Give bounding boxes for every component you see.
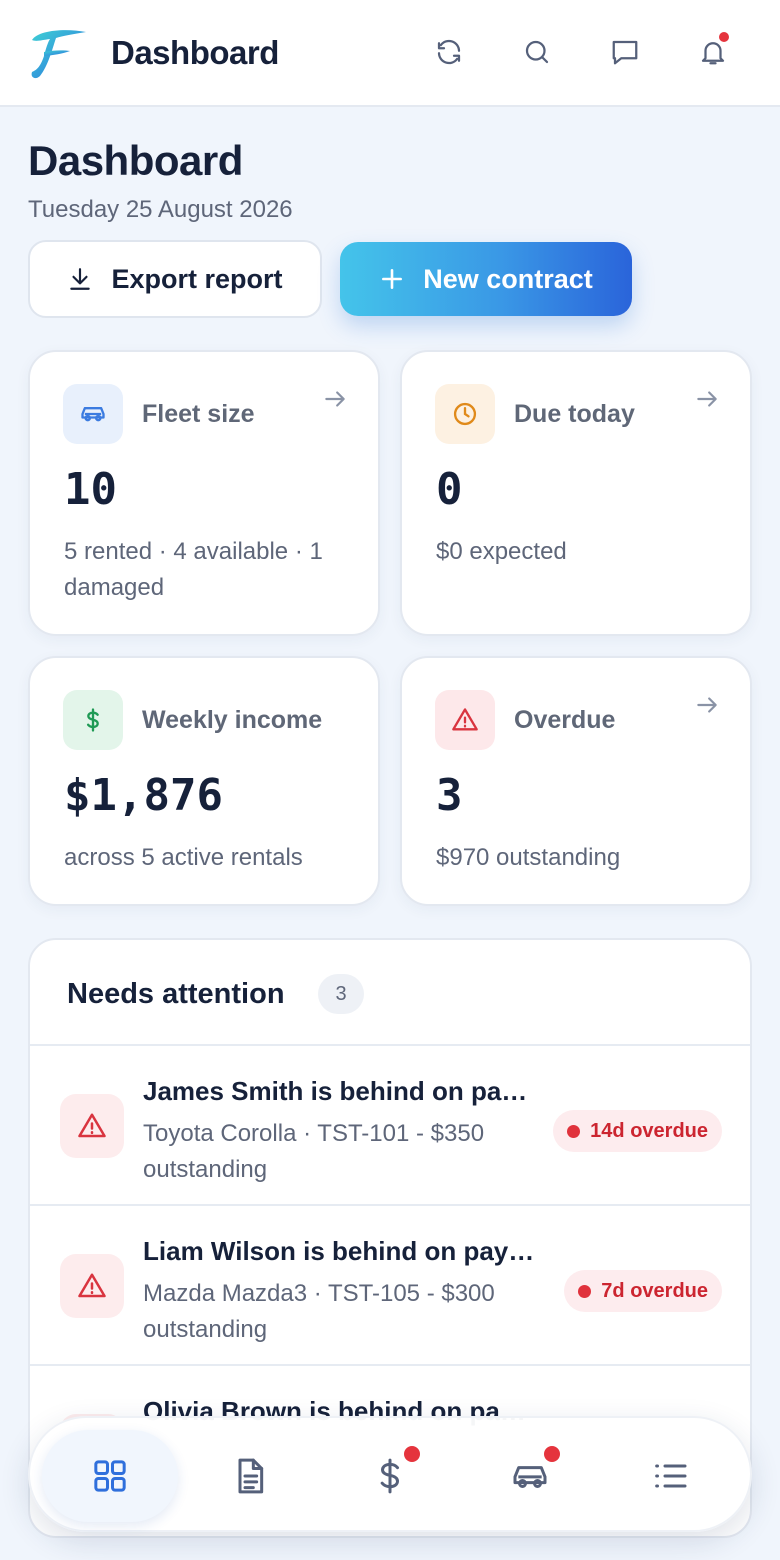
status-dot: [567, 1124, 581, 1138]
list-item-title: Liam Wilson is behind on pay…: [143, 1236, 535, 1266]
stat-subtext: across 5 active rentals: [64, 844, 303, 871]
stat-value: 3: [436, 770, 463, 821]
grid-icon: [94, 1460, 126, 1492]
document-icon: [238, 1458, 264, 1494]
nav-contracts[interactable]: [182, 1430, 318, 1522]
dollar-icon: [380, 1458, 400, 1494]
app-title: Dashboard: [111, 34, 279, 71]
new-contract-label: New contract: [423, 263, 593, 294]
needs-attention-header: Needs attention 3: [30, 940, 750, 1046]
message-icon[interactable]: [605, 32, 645, 72]
clock-icon: [435, 384, 495, 444]
stat-label: Overdue: [514, 706, 616, 734]
needs-attention-title: Needs attention: [67, 978, 285, 1010]
stat-value: $1,876: [64, 770, 223, 821]
stat-subtext: $970 outstanding: [436, 844, 621, 871]
refresh-icon[interactable]: [429, 32, 469, 72]
status-dot: [578, 1284, 592, 1298]
export-report-button[interactable]: Export report: [28, 240, 322, 318]
new-contract-button[interactable]: New contract: [340, 242, 632, 316]
bottom-nav: [28, 1416, 752, 1532]
nav-fleet[interactable]: [462, 1430, 598, 1522]
stat-label: Fleet size: [142, 400, 255, 428]
notification-dot: [544, 1446, 560, 1462]
stat-label: Due today: [514, 400, 635, 428]
list-item[interactable]: James Smith is behind on pa… Toyota Coro…: [30, 1046, 750, 1206]
list-item[interactable]: Liam Wilson is behind on pay… Mazda Mazd…: [30, 1206, 750, 1366]
nav-payments[interactable]: [322, 1430, 458, 1522]
list-item-subtitle: Toyota Corolla · TST-101 - $350 outstand…: [143, 1120, 485, 1183]
warning-icon: [60, 1254, 124, 1318]
nav-more[interactable]: [602, 1430, 738, 1522]
list-item-title: James Smith is behind on pa…: [143, 1076, 528, 1106]
arrow-right-icon: [697, 697, 717, 713]
stat-subtext: $0 expected: [436, 538, 567, 565]
notification-dot: [719, 32, 729, 42]
list-icon: [655, 1464, 687, 1488]
car-icon: [63, 384, 123, 444]
arrow-right-icon: [325, 391, 345, 407]
page-date: Tuesday 25 August 2026: [28, 196, 293, 223]
export-report-label: Export report: [111, 263, 283, 294]
overdue-badge-label: 14d overdue: [590, 1119, 708, 1142]
warning-icon: [435, 690, 495, 750]
stat-subtext: 5 rented · 4 available · 1 damaged: [64, 538, 323, 601]
stat-label: Weekly income: [142, 706, 323, 734]
page-title: Dashboard: [28, 137, 243, 184]
app-logo: [31, 30, 86, 79]
download-icon: [70, 268, 91, 290]
notification-dot: [404, 1446, 420, 1462]
arrow-right-icon: [697, 391, 717, 407]
needs-attention-count: 3: [318, 974, 364, 1014]
stat-value: 10: [64, 464, 117, 515]
list-item-subtitle: Mazda Mazda3 · TST-105 - $300 outstandin…: [143, 1280, 495, 1343]
bell-icon[interactable]: [693, 32, 733, 72]
stat-value: 0: [436, 464, 463, 515]
car-icon: [513, 1466, 547, 1488]
plus-icon: [382, 269, 403, 289]
stat-card-weekly-income[interactable]: Weekly income $1,876 across 5 active ren…: [28, 656, 380, 906]
overdue-badge: 14d overdue: [553, 1110, 722, 1152]
nav-dashboard[interactable]: [42, 1430, 178, 1522]
stat-card-due-today[interactable]: Due today 0 $0 expected: [400, 350, 752, 636]
dollar-icon: [63, 690, 123, 750]
warning-icon: [60, 1094, 124, 1158]
overdue-badge: 7d overdue: [564, 1270, 722, 1312]
stat-card-fleet-size[interactable]: Fleet size 10 5 rented · 4 available · 1…: [28, 350, 380, 636]
search-icon[interactable]: [517, 32, 557, 72]
top-bar: Dashboard: [0, 0, 780, 107]
overdue-badge-label: 7d overdue: [601, 1279, 708, 1302]
stat-card-overdue[interactable]: Overdue 3 $970 outstanding: [400, 656, 752, 906]
